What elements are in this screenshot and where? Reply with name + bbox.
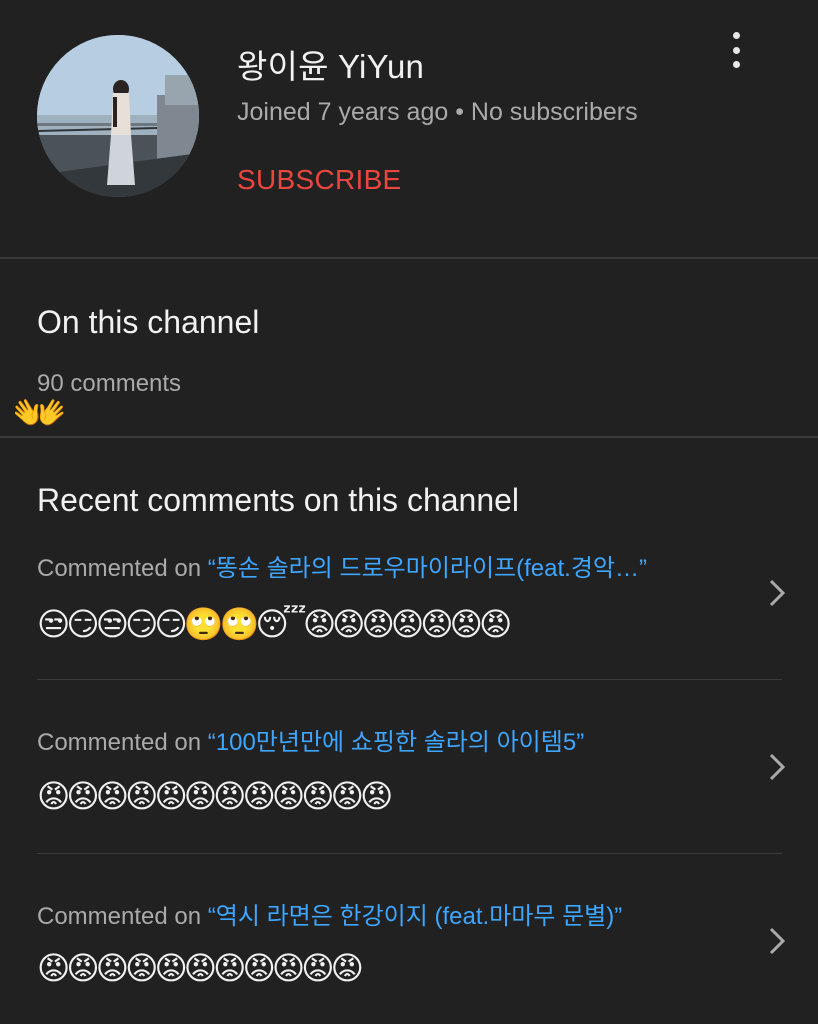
video-title-link[interactable]: “똥손 솔라의 드로우마이라이프(feat.경악…” bbox=[208, 555, 647, 582]
row-divider bbox=[37, 853, 782, 854]
open-hands-emoji-glyph: 👐 bbox=[12, 389, 67, 438]
commented-on-line: Commented on “역시 라면은 한강이지 (feat.마마무 문별)” bbox=[37, 896, 622, 931]
section-divider bbox=[0, 257, 818, 259]
channel-name: 왕이윤 YiYun bbox=[237, 48, 425, 85]
more-dot bbox=[732, 32, 740, 39]
section-divider bbox=[0, 436, 818, 438]
more-dot bbox=[732, 46, 740, 54]
comment-item[interactable]: Commented on “역시 라면은 한강이지 (feat.마마무 문별)”… bbox=[0, 858, 818, 1024]
more-vertical-icon[interactable] bbox=[722, 30, 750, 70]
open-hands-emoji: 👐 bbox=[12, 392, 67, 436]
commented-on-line: Commented on “100만년만에 쇼핑한 솔라의 아이템5” bbox=[37, 722, 584, 757]
subscribe-button[interactable]: SUBSCRIBE bbox=[237, 164, 402, 196]
avatar-photo bbox=[37, 35, 199, 197]
comment-text: 😡😡😡😡😡😡😡😡😡😡😡 bbox=[37, 950, 364, 986]
channel-avatar[interactable] bbox=[37, 35, 199, 197]
on-channel-title: On this channel bbox=[37, 304, 260, 340]
comment-text: 😒😏😒😏😏🙄🙄😴😡😡😡😡😡😡😡 bbox=[37, 606, 512, 642]
commented-on-prefix: Commented on bbox=[37, 903, 208, 930]
row-divider bbox=[37, 679, 782, 680]
commented-on-line: Commented on “똥손 솔라의 드로우마이라이프(feat.경악…” bbox=[37, 548, 647, 583]
commented-on-prefix: Commented on bbox=[37, 555, 208, 582]
channel-header: 왕이윤 YiYun Joined 7 years ago • No subscr… bbox=[0, 0, 818, 258]
video-title-link[interactable]: “100만년만에 쇼핑한 솔라의 아이템5” bbox=[208, 729, 584, 756]
chevron-right-icon[interactable] bbox=[766, 750, 788, 784]
video-title-link[interactable]: “역시 라면은 한강이지 (feat.마마무 문별)” bbox=[208, 903, 622, 930]
chevron-right-icon[interactable] bbox=[766, 576, 788, 610]
commented-on-prefix: Commented on bbox=[37, 729, 208, 756]
more-dot bbox=[732, 61, 740, 68]
comment-item[interactable]: Commented on “100만년만에 쇼핑한 솔라의 아이템5” 😡😡😡😡… bbox=[0, 684, 818, 854]
comment-item[interactable]: Commented on “똥손 솔라의 드로우마이라이프(feat.경악…” … bbox=[0, 510, 818, 680]
channel-meta: Joined 7 years ago • No subscribers bbox=[237, 98, 638, 126]
comment-text: 😡😡😡😡😡😡😡😡😡😡😡😡 bbox=[37, 778, 393, 814]
chevron-right-icon[interactable] bbox=[766, 924, 788, 958]
